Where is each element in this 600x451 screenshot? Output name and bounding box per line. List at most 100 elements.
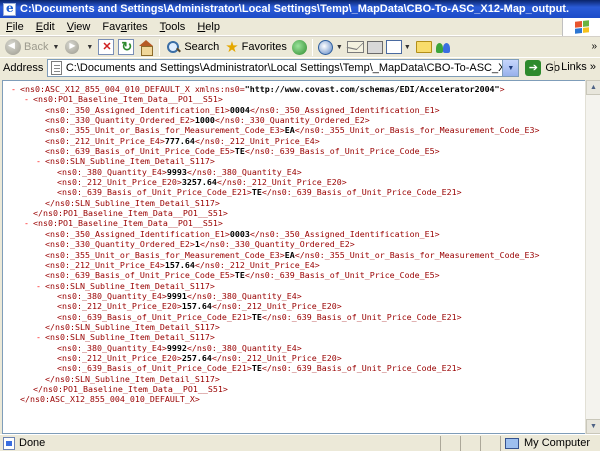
print-icon[interactable] — [366, 40, 383, 54]
xml-open-tag: <ns0:_212_Unit_Price_E20> — [57, 177, 182, 188]
menu-help[interactable]: Help — [191, 21, 226, 33]
xml-close-tag: </ns0:_350_Assigned_Identification_E1> — [249, 104, 440, 115]
xml-value: 9991 — [166, 290, 187, 301]
xml-line: - <ns0:ASC_X12_855_004_010_DEFAULT_X xmln… — [3, 84, 585, 94]
back-button[interactable]: Back — [2, 38, 51, 57]
search-icon — [166, 40, 181, 55]
go-arrow-icon: ➔ — [525, 60, 542, 76]
home-icon[interactable] — [138, 39, 154, 56]
xml-open-tag: <ns0:SLN_Subline_Item_Detail_S117> — [45, 280, 215, 291]
xml-value: TE — [251, 363, 262, 374]
xml-line: <ns0:_212_Unit_Price_E4>777.64</ns0:_212… — [3, 136, 585, 146]
edit-dropdown[interactable]: ▼ — [404, 44, 411, 51]
media-icon[interactable] — [291, 39, 307, 55]
status-bar: Done My Computer — [0, 434, 600, 451]
folder-icon[interactable] — [415, 41, 432, 53]
address-value[interactable]: C:\Documents and Settings\Administrator\… — [66, 62, 519, 74]
forward-button[interactable] — [62, 38, 85, 57]
xml-line: - <ns0:PO1_Baseline_Item_Data__PO1__S51> — [3, 218, 585, 228]
xml-close-tag: </ns0:_380_Quantity_E4> — [186, 166, 302, 177]
edit-icon[interactable] — [385, 40, 402, 54]
history-dropdown[interactable]: ▼ — [336, 44, 343, 51]
xml-line: <ns0:_639_Basis_of_Unit_Price_Code_E5>TE… — [3, 146, 585, 156]
xml-open-tag: <ns0:ASC_X12_855_004_010_DEFAULT_X xmlns… — [20, 84, 505, 94]
collapse-toggle[interactable]: - — [24, 218, 33, 228]
xml-close-tag: </ns0:_350_Assigned_Identification_E1> — [249, 228, 440, 239]
address-dropdown-icon[interactable]: ▼ — [502, 60, 519, 76]
menu-tools[interactable]: Tools — [154, 21, 192, 33]
xml-close-tag: </ns0:ASC_X12_855_004_010_DEFAULT_X> — [20, 394, 200, 405]
collapse-toggle[interactable]: - — [36, 281, 45, 291]
collapse-toggle[interactable]: - — [36, 156, 45, 166]
xml-close-tag: </ns0:_355_Unit_or_Basis_for_Measurement… — [294, 125, 540, 136]
xml-line: <ns0:_380_Quantity_E4>9992</ns0:_380_Qua… — [3, 343, 585, 353]
title-bar: C:\Documents and Settings\Administrator\… — [0, 0, 600, 18]
xml-value: TE — [234, 146, 245, 157]
menu-edit[interactable]: Edit — [30, 21, 61, 33]
xml-line: <ns0:_639_Basis_of_Unit_Price_Code_E21>T… — [3, 187, 585, 197]
vertical-scrollbar[interactable]: ▲ ▼ — [585, 80, 600, 434]
xml-close-tag: </ns0:_639_Basis_of_Unit_Price_Code_E5> — [244, 270, 440, 281]
favorites-button[interactable]: ★ Favorites — [222, 38, 290, 57]
xml-value: 777.64 — [164, 135, 195, 146]
xml-line: - <ns0:SLN_Subline_Item_Detail_S117> — [3, 332, 585, 342]
xml-line: <ns0:_212_Unit_Price_E20>3257.64</ns0:_2… — [3, 177, 585, 187]
scroll-down-icon[interactable]: ▼ — [586, 419, 600, 434]
xml-line: <ns0:_330_Quantity_Ordered_E2>1000</ns0:… — [3, 115, 585, 125]
xml-value: TE — [251, 311, 262, 322]
address-input[interactable]: C:\Documents and Settings\Administrator\… — [47, 59, 520, 77]
collapse-toggle[interactable]: - — [24, 94, 33, 104]
xml-value: 257.64 — [181, 352, 212, 363]
forward-history-dropdown[interactable]: ▼ — [86, 44, 93, 51]
refresh-icon[interactable] — [118, 39, 135, 55]
xml-tree: - <ns0:ASC_X12_855_004_010_DEFAULT_X xmln… — [3, 84, 585, 405]
back-history-dropdown[interactable]: ▼ — [52, 44, 59, 51]
internet-explorer-icon — [3, 1, 16, 16]
xml-open-tag: <ns0:_639_Basis_of_Unit_Price_Code_E21> — [57, 187, 252, 198]
xml-open-tag: <ns0:_639_Basis_of_Unit_Price_Code_E21> — [57, 363, 252, 374]
xml-open-tag: <ns0:_350_Assigned_Identification_E1> — [45, 104, 230, 115]
xml-line: <ns0:_350_Assigned_Identification_E1>000… — [3, 229, 585, 239]
xml-value: 0003 — [229, 228, 250, 239]
menu-favorites[interactable]: Favarites — [96, 21, 153, 33]
collapse-toggle[interactable]: - — [11, 84, 20, 94]
xml-line: </ns0:SLN_Subline_Item_Detail_S117> — [3, 374, 585, 384]
menu-file[interactable]: File — [0, 21, 30, 33]
xml-open-tag: <ns0:_380_Quantity_E4> — [57, 342, 167, 353]
menu-view[interactable]: View — [61, 21, 97, 33]
scroll-up-icon[interactable]: ▲ — [586, 80, 600, 95]
xml-line: <ns0:_639_Basis_of_Unit_Price_Code_E21>T… — [3, 363, 585, 373]
stop-icon[interactable] — [98, 39, 115, 55]
xml-line: <ns0:_639_Basis_of_Unit_Price_Code_E21>T… — [3, 312, 585, 322]
xml-attribute-name: xmlns:ns0= — [194, 84, 245, 94]
messenger-icon[interactable] — [435, 40, 452, 54]
xml-close-tag: </ns0:_380_Quantity_E4> — [186, 342, 302, 353]
xml-close-tag: </ns0:_380_Quantity_E4> — [186, 290, 302, 301]
xml-open-tag: <ns0:_380_Quantity_E4> — [57, 166, 167, 177]
history-icon[interactable] — [317, 39, 333, 55]
xml-open-tag: <ns0:PO1_Baseline_Item_Data__PO1__S51> — [33, 218, 223, 229]
xml-close-tag: </ns0:_212_Unit_Price_E20> — [211, 301, 342, 312]
xml-close-tag: </ns0:SLN_Subline_Item_Detail_S117> — [45, 197, 220, 208]
mail-icon[interactable] — [346, 41, 364, 53]
xml-open-tag: <ns0:_330_Quantity_Ordered_E2> — [45, 115, 195, 126]
xml-open-tag: <ns0:_330_Quantity_Ordered_E2> — [45, 239, 195, 250]
xml-open-tag: <ns0:SLN_Subline_Item_Detail_S117> — [45, 156, 215, 167]
xml-line: - <ns0:SLN_Subline_Item_Detail_S117> — [3, 156, 585, 166]
xml-close-tag: </ns0:_330_Quantity_Ordered_E2> — [199, 239, 355, 250]
xml-close-tag: </ns0:_639_Basis_of_Unit_Price_Code_E21> — [261, 311, 462, 322]
xml-line: </ns0:PO1_Baseline_Item_Data__PO1__S51> — [3, 208, 585, 218]
status-done: Done — [0, 436, 440, 450]
links-button[interactable]: Links » — [554, 61, 596, 73]
xml-open-tag: <ns0:_380_Quantity_E4> — [57, 290, 167, 301]
xml-document-view: - <ns0:ASC_X12_855_004_010_DEFAULT_X xmln… — [2, 80, 586, 434]
xml-line: <ns0:_330_Quantity_Ordered_E2>1</ns0:_33… — [3, 239, 585, 249]
toolbar-overflow-icon[interactable]: » — [591, 41, 597, 52]
xml-close-tag: </ns0:_355_Unit_or_Basis_for_Measurement… — [294, 249, 540, 260]
xml-line: <ns0:_355_Unit_or_Basis_for_Measurement_… — [3, 250, 585, 260]
xml-open-tag: <ns0:_212_Unit_Price_E4> — [45, 135, 165, 146]
collapse-toggle[interactable]: - — [36, 332, 45, 342]
search-button[interactable]: Search — [163, 38, 222, 57]
xml-close-tag: </ns0:_212_Unit_Price_E20> — [211, 352, 342, 363]
xml-open-tag: <ns0:_212_Unit_Price_E20> — [57, 301, 182, 312]
